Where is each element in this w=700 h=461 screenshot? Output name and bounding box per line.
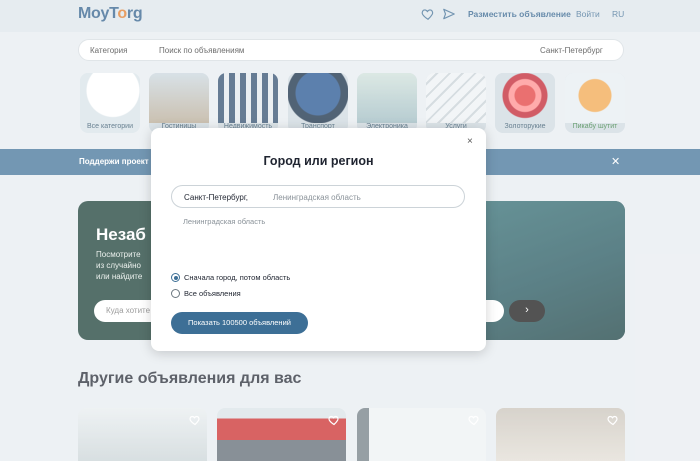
radio-label: Сначала город, потом область (184, 273, 291, 282)
radio-button[interactable] (171, 273, 180, 282)
radio-button[interactable] (171, 289, 180, 298)
page: MoyTorg Разместить объявление Войти RU К… (0, 0, 700, 461)
radio-label: Все объявления (184, 289, 241, 298)
region-input-value: Санкт-Петербург, (184, 193, 248, 202)
region-suggestion[interactable]: Ленинградская область (183, 217, 265, 226)
region-input-hint: Ленинградская область (273, 193, 361, 202)
close-icon[interactable]: × (467, 136, 473, 147)
modal-title: Город или регион (263, 154, 374, 168)
region-modal: × Город или регион Санкт-Петербург, Лени… (151, 128, 486, 351)
region-input[interactable]: Санкт-Петербург, Ленинградская область (171, 185, 465, 208)
show-listings-button[interactable]: Показать 100500 объявлений (171, 312, 308, 334)
